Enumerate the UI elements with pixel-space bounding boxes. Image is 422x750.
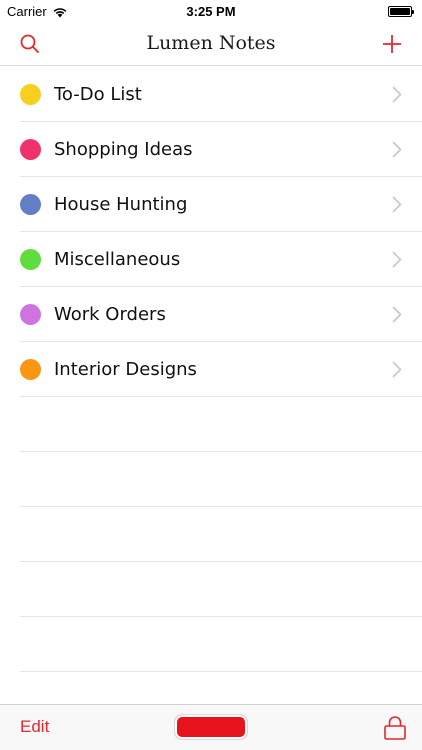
notebook-label: To-Do List bbox=[54, 83, 142, 105]
status-bar: Carrier 3:25 PM bbox=[0, 0, 422, 22]
battery-icon bbox=[388, 6, 414, 17]
notebook-rows: To-Do List Shopping Ideas House Hunting … bbox=[0, 67, 422, 397]
center-color-button[interactable] bbox=[175, 715, 247, 739]
lock-button[interactable] bbox=[382, 714, 408, 742]
navigation-bar: Lumen Notes bbox=[0, 22, 422, 66]
notebook-label: Interior Designs bbox=[54, 358, 197, 380]
notebook-row-5[interactable]: Interior Designs bbox=[20, 342, 422, 397]
notebook-label: Work Orders bbox=[54, 303, 166, 325]
empty-row bbox=[20, 397, 422, 452]
notebook-row-2[interactable]: House Hunting bbox=[20, 177, 422, 232]
chevron-right-icon bbox=[392, 361, 402, 378]
notebook-row-1[interactable]: Shopping Ideas bbox=[20, 122, 422, 177]
color-dot bbox=[20, 358, 41, 380]
notebook-row-4[interactable]: Work Orders bbox=[20, 287, 422, 342]
chevron-right-icon bbox=[392, 251, 402, 268]
empty-row bbox=[20, 452, 422, 507]
color-dot bbox=[20, 303, 41, 325]
color-dot bbox=[20, 248, 41, 270]
chevron-right-icon bbox=[392, 306, 402, 323]
notebook-label: House Hunting bbox=[54, 193, 188, 215]
notebook-label: Shopping Ideas bbox=[54, 138, 193, 160]
chevron-right-icon bbox=[392, 141, 402, 158]
notebook-list: To-Do List Shopping Ideas House Hunting … bbox=[0, 67, 422, 672]
chevron-right-icon bbox=[392, 86, 402, 103]
empty-row bbox=[20, 617, 422, 672]
color-dot bbox=[20, 193, 41, 215]
color-dot bbox=[20, 138, 41, 160]
edit-button[interactable]: Edit bbox=[20, 717, 49, 737]
notebook-label: Miscellaneous bbox=[54, 248, 181, 270]
notebook-row-3[interactable]: Miscellaneous bbox=[20, 232, 422, 287]
bottom-toolbar: Edit bbox=[0, 704, 422, 750]
add-notebook-button[interactable] bbox=[378, 30, 406, 58]
empty-row bbox=[20, 507, 422, 562]
notebook-row-0[interactable]: To-Do List bbox=[20, 67, 422, 122]
lock-icon bbox=[384, 716, 406, 740]
battery-level bbox=[390, 8, 410, 15]
page-title: Lumen Notes bbox=[146, 32, 276, 54]
empty-row bbox=[20, 562, 422, 617]
app-screen: Carrier 3:25 PM Lumen Notes To-Do List S… bbox=[0, 0, 422, 750]
status-time: 3:25 PM bbox=[186, 4, 236, 19]
color-dot bbox=[20, 83, 41, 105]
plus-icon bbox=[383, 35, 401, 53]
chevron-right-icon bbox=[392, 196, 402, 213]
